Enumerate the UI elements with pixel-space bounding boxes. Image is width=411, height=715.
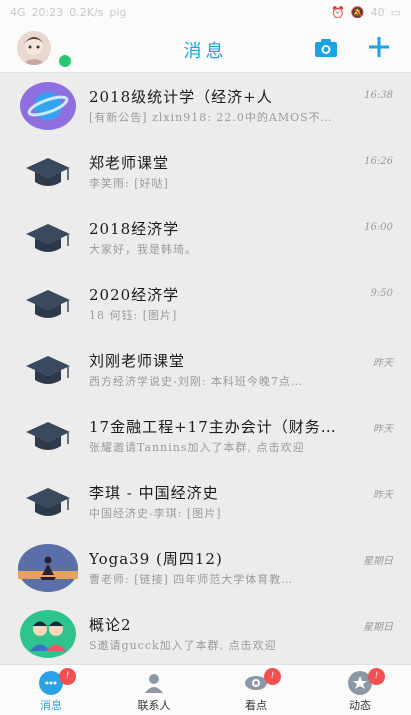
- conversation-preview: 曹老师: [链接] 四年师范大学体育教…: [89, 573, 294, 586]
- conversation-row[interactable]: 2018经济学 16:00 大家好，我是韩琦。: [0, 205, 411, 271]
- conversation-row[interactable]: 2018级统计学（经济+人 16:38 [有新公告] zlxin918: 22.0中…: [0, 73, 411, 139]
- app-label: pig: [109, 5, 127, 19]
- plus-icon[interactable]: [368, 36, 390, 58]
- conversation-time: 星期日: [363, 556, 393, 567]
- conversation-preview: S邀请gucck加入了本群, 点击欢迎: [89, 639, 277, 652]
- conversation-time: 16:26: [364, 156, 393, 167]
- notification-badge: !: [59, 668, 76, 685]
- tab-star[interactable]: 动态!: [330, 665, 390, 715]
- tab-contacts[interactable]: 联系人: [124, 665, 184, 715]
- conversation-time: 9:50: [370, 288, 393, 299]
- conversation-row[interactable]: 概论2 星期日 S邀请gucck加入了本群, 点击欢迎: [0, 601, 411, 667]
- planet-icon: [18, 79, 78, 133]
- graduation-cap-icon: [18, 409, 78, 463]
- conversation-name: 刘刚老师课堂: [89, 352, 186, 370]
- graduation-cap-icon: [18, 475, 78, 529]
- conversation-name: 17金融工程+17主办会计（财务…: [89, 418, 337, 436]
- notification-badge: !: [264, 668, 281, 685]
- conversation-name: Yoga39 (周四12): [89, 550, 223, 568]
- conversation-row[interactable]: Yoga39 (周四12) 星期日曹老师: [链接] 四年师范大学体育教…: [0, 535, 411, 601]
- battery-icon: ▭: [390, 5, 401, 19]
- conversation-time: 昨天: [373, 424, 393, 435]
- conversation-name: 郑老师课堂: [89, 154, 170, 172]
- graduation-cap-icon: [18, 145, 78, 199]
- conversation-preview: 李笑雨: [好哒]: [89, 177, 169, 190]
- yoga-photo: [18, 541, 78, 595]
- graduation-cap-icon: [18, 211, 78, 265]
- battery-level: 40: [370, 5, 385, 19]
- bottom-tab-bar: 消息! 联系人 看点! 动态!: [0, 664, 411, 715]
- conversation-row[interactable]: 17金融工程+17主办会计（财务… 昨天张耀邀请Tannins加入了本群, 点击欢…: [0, 403, 411, 469]
- tab-label: 消息: [40, 699, 62, 712]
- graduation-cap-icon: [18, 277, 78, 331]
- conversation-row[interactable]: 刘刚老师课堂 昨天西方经济学说史-刘刚: 本科班今晚7点…: [0, 337, 411, 403]
- page-title: 消息: [183, 41, 228, 62]
- header: 消息: [0, 24, 411, 73]
- conversation-preview: 18 何钰: [图片]: [89, 309, 178, 322]
- contacts-icon: [142, 671, 166, 695]
- conversation-row[interactable]: 李琪 - 中国经济史 昨天中国经济史-李琪: [图片]: [0, 469, 411, 535]
- notification-badge: !: [368, 668, 385, 685]
- tab-label: 联系人: [137, 699, 171, 712]
- conversation-name: 李琪 - 中国经济史: [89, 484, 219, 502]
- conversation-time: 昨天: [373, 490, 393, 501]
- conversation-time: 16:00: [364, 222, 393, 233]
- mute-icon: 🔕: [350, 5, 365, 19]
- conversation-preview: 张耀邀请Tannins加入了本群, 点击欢迎: [89, 441, 305, 454]
- conversation-preview: 中国经济史-李琪: [图片]: [89, 507, 222, 520]
- conversation-time: 星期日: [363, 622, 393, 633]
- tab-label: 动态: [349, 699, 371, 712]
- conversation-name: 概论2: [89, 616, 132, 634]
- camera-icon[interactable]: [314, 38, 338, 58]
- conversation-time: 16:38: [364, 90, 393, 101]
- graduation-cap-icon: [18, 343, 78, 397]
- conversation-preview: [有新公告] zlxin918: 22.0中的AMOS不…: [89, 111, 333, 124]
- conversation-name: 2020经济学: [89, 286, 180, 304]
- conversation-time: 昨天: [373, 358, 393, 369]
- status-bar: 4G 20:23 0.2K/s pig ⏰ 🔕 40 ▭: [0, 0, 411, 24]
- conversation-name: 2018级统计学（经济+人: [89, 88, 273, 106]
- network-speed: 0.2K/s: [69, 5, 104, 19]
- alarm-icon: ⏰: [331, 5, 345, 19]
- conversation-preview: 大家好，我是韩琦。: [89, 243, 197, 256]
- conversation-row[interactable]: 2020经济学 9:50 18 何钰: [图片]: [0, 271, 411, 337]
- conversation-preview: 西方经济学说史-刘刚: 本科班今晚7点…: [89, 375, 303, 388]
- network-indicator: 4G: [10, 5, 26, 19]
- tab-label: 看点: [245, 699, 267, 712]
- conversation-list: 2018级统计学（经济+人 16:38 [有新公告] zlxin918: 22.0中…: [0, 73, 411, 667]
- conversation-name: 2018经济学: [89, 220, 180, 238]
- tab-eye[interactable]: 看点!: [226, 665, 286, 715]
- conversation-row[interactable]: 郑老师课堂 16:26 李笑雨: [好哒]: [0, 139, 411, 205]
- couple-icon: [18, 607, 78, 661]
- status-time: 20:23: [31, 5, 64, 19]
- tab-chat[interactable]: 消息!: [21, 665, 81, 715]
